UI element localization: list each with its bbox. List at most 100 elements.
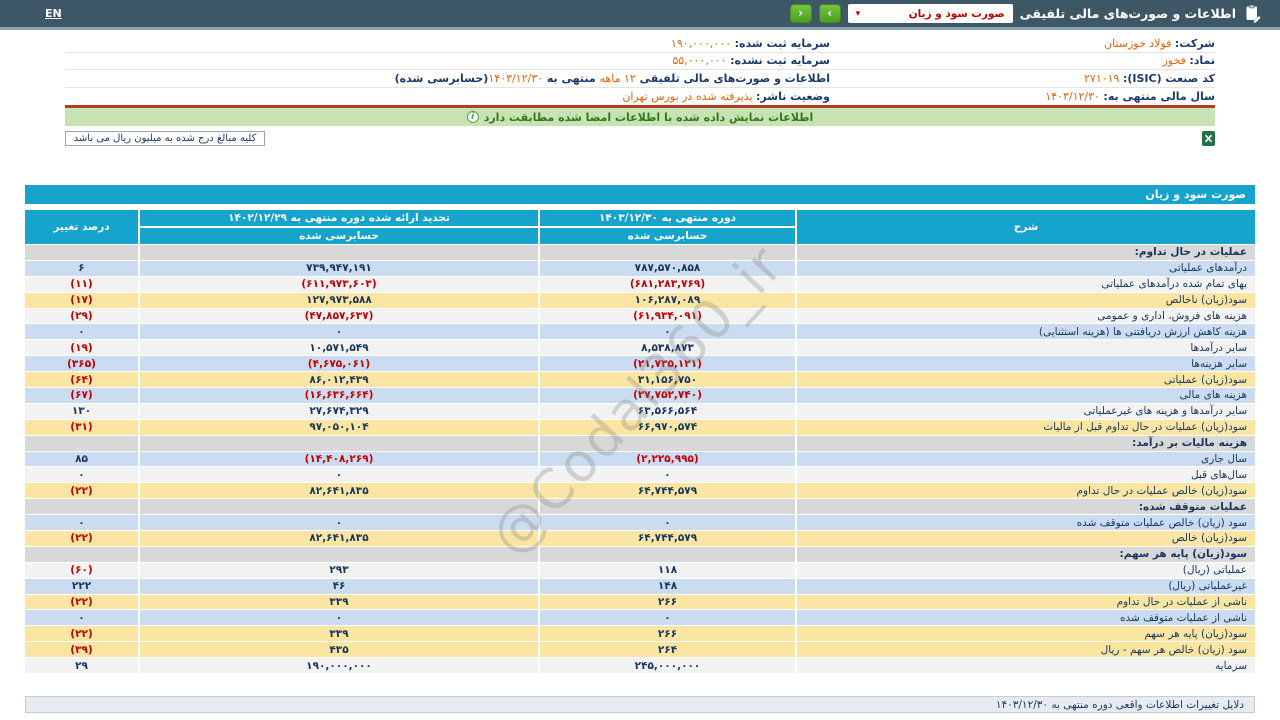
cell-description: سود(زیان) پایه هر سهم:	[797, 546, 1255, 562]
note-row: کلیه مبالغ درج شده به میلیون ریال می باش…	[65, 130, 1215, 146]
column-header-percent-change: درصد تغییر	[25, 210, 138, 244]
statement-type-selected-value: صورت سود و زیان	[908, 7, 1005, 20]
statement-row: سود (زیان) خالص هر سهم - ریال ۲۶۴ ۴۳۵ (۳۹)	[25, 642, 1255, 659]
column-header-current-period: دوره منتهی به ۱۴۰۳/۱۲/۳۰	[540, 210, 795, 226]
cell-percent-change: ۸۵	[25, 451, 138, 467]
column-header-prior-period: تجدید ارائه شده دوره منتهی به ۱۴۰۲/۱۲/۲۹	[140, 210, 538, 226]
issuer-status-label: وضعیت ناشر:	[756, 89, 830, 103]
cell-prior-period: (۴۷,۸۵۷,۶۳۷)	[140, 308, 538, 324]
cell-current-period: ۶۶,۹۷۰,۵۷۴	[540, 419, 795, 435]
statement-rows: عملیات در حال تداوم: درآمدهای عملیاتی ۷۸۷,…	[25, 245, 1255, 675]
cell-percent-change: (۶۴)	[25, 372, 138, 388]
report-period-part: ۱۴۰۳/۱۲/۳۰	[488, 71, 544, 85]
company-label: شرکت:	[1174, 36, 1215, 50]
amounts-unit-note: کلیه مبالغ درج شده به میلیون ریال می باش…	[65, 130, 265, 146]
cell-current-period	[540, 499, 795, 515]
cell-prior-period: (۱۶,۶۳۶,۶۶۴)	[140, 388, 538, 403]
cell-percent-change: (۲۲)	[25, 531, 138, 546]
cell-current-period: ۰	[540, 610, 795, 626]
statement-row: سایر درآمدها ۸,۵۳۸,۸۷۳ ۱۰,۵۷۱,۵۴۹ (۱۹)	[25, 340, 1255, 357]
next-statement-button[interactable]: ›	[818, 4, 841, 23]
cell-prior-period: ۴۶	[140, 578, 538, 594]
statement-section-row: عملیات در حال تداوم:	[25, 245, 1255, 261]
company-info-row: نماد: فخوز سرمایه ثبت نشده: ۵۵,۰۰۰,۰۰۰	[65, 53, 1215, 70]
cell-prior-period: ۰	[140, 610, 538, 626]
cell-prior-period: ۸۲,۶۴۱,۸۳۵	[140, 531, 538, 546]
cell-prior-period: ۱۹۰,۰۰۰,۰۰۰	[140, 658, 538, 674]
cell-description: درآمدهای عملیاتی	[797, 260, 1255, 276]
statement-row: عملیاتی (ریال) ۱۱۸ ۲۹۳ (۶۰)	[25, 562, 1255, 579]
statement-section-row: هزینه مالیات بر درآمد:	[25, 435, 1255, 452]
statement-row: سرمایه ۲۴۵,۰۰۰,۰۰۰ ۱۹۰,۰۰۰,۰۰۰ ۲۹	[25, 658, 1255, 675]
statement-type-select[interactable]: صورت سود و زیان ▾	[847, 4, 1013, 23]
statement-row: بهای تمام شده درآمدهای عملیاتی (۶۸۱,۲۸۳,۷…	[25, 276, 1255, 293]
cell-current-period: ۲۶۶	[540, 626, 795, 642]
excel-export-icon[interactable]	[1202, 130, 1215, 146]
cell-percent-change: ۲۹	[25, 658, 138, 674]
company-info-row: سال مالی منتهی به: ۱۴۰۳/۱۲/۳۰ وضعیت ناشر…	[65, 88, 1215, 106]
cell-prior-period: ۰	[140, 515, 538, 531]
cell-prior-period: ۰	[140, 324, 538, 340]
cell-current-period: ۱۰۶,۲۸۷,۰۸۹	[540, 292, 795, 308]
company-info-panel: شرکت: فولاد خوزستان سرمایه ثبت شده: ۱۹۰,…	[65, 35, 1215, 108]
cell-prior-period: ۲۹۳	[140, 562, 538, 578]
cell-description: سایر هزینه‌ها	[797, 356, 1255, 372]
cell-description: غیرعملیاتی (ریال)	[797, 578, 1255, 594]
statement-header: شرح دوره منتهی به ۱۴۰۳/۱۲/۳۰ حسابرسی شده…	[25, 210, 1255, 244]
prev-statement-button[interactable]: ‹	[789, 4, 812, 23]
cell-prior-period: ۸۶,۰۱۲,۴۳۹	[140, 372, 538, 388]
cell-current-period: ۸,۵۳۸,۸۷۳	[540, 340, 795, 356]
cell-description: هزینه کاهش ارزش دریافتنی ها (هزینه استثن…	[797, 324, 1255, 340]
cell-description: سال جاری	[797, 451, 1255, 467]
report-period-part: منتهی به	[543, 71, 600, 85]
capital-unregistered-label: سرمایه ثبت نشده:	[730, 54, 830, 68]
cell-prior-period: ۴۳۵	[140, 642, 538, 658]
statement-row: هزینه های مالی (۲۷,۷۵۲,۷۴۰) (۱۶,۶۳۶,۶۶۴) (۶…	[25, 388, 1255, 404]
fiscal-year-label: سال مالی منتهی به:	[1103, 89, 1215, 103]
income-statement-table: صورت سود و زیان شرح دوره منتهی به ۱۴۰۳/۱…	[25, 185, 1255, 675]
cell-description: سود(زیان) ناخالص	[797, 292, 1255, 308]
cell-percent-change: ۰	[25, 515, 138, 531]
cell-percent-change: ۰	[25, 324, 138, 340]
cell-percent-change: (۳۱)	[25, 419, 138, 435]
cell-percent-change: ۲۲۲	[25, 578, 138, 594]
chevron-down-icon: ▾	[855, 8, 861, 19]
cell-prior-period: ۰	[140, 467, 538, 483]
cell-current-period: ۲۶۶	[540, 594, 795, 610]
cell-current-period: (۶۸۱,۲۸۳,۷۶۹)	[540, 276, 795, 292]
cell-percent-change: (۶۰)	[25, 562, 138, 578]
cell-description: سایر درآمدها	[797, 340, 1255, 356]
cell-current-period: ۶۳,۵۶۶,۵۶۴	[540, 403, 795, 419]
statement-row: سود(زیان) خالص ۶۴,۷۴۴,۵۷۹ ۸۲,۶۴۱,۸۳۵ (۲۲)	[25, 531, 1255, 547]
capital-registered-value: ۱۹۰,۰۰۰,۰۰۰	[670, 36, 732, 50]
column-subheader-prior-audited: حسابرسی شده	[140, 228, 538, 244]
cell-prior-period: ۲۷,۶۷۴,۳۲۹	[140, 403, 538, 419]
cell-percent-change	[25, 435, 138, 451]
cell-prior-period: ۹۷,۰۵۰,۱۰۴	[140, 419, 538, 435]
cell-current-period: ۱۴۸	[540, 578, 795, 594]
cell-percent-change: (۶۷)	[25, 388, 138, 403]
cell-current-period: ۱۱۸	[540, 562, 795, 578]
company-value: فولاد خوزستان	[1104, 36, 1172, 50]
footer-reasons-bar[interactable]: دلایل تغییرات اطلاعات واقعی دوره منتهی ب…	[25, 696, 1255, 714]
info-icon	[466, 111, 479, 123]
column-header-description: شرح	[797, 210, 1255, 244]
cell-percent-change: (۲۲)	[25, 483, 138, 499]
language-toggle[interactable]: EN	[45, 7, 62, 20]
cell-current-period: (۲,۲۲۵,۹۹۵)	[540, 451, 795, 467]
cell-current-period: ۶۴,۷۴۴,۵۷۹	[540, 531, 795, 546]
cell-percent-change: (۳۶۵)	[25, 356, 138, 372]
top-navbar: اطلاعات و صورت‌های مالی تلفیقی صورت سود …	[0, 0, 1280, 30]
cell-description: سود(زیان) عملیات در حال تداوم قبل از مال…	[797, 419, 1255, 435]
symbol-label: نماد:	[1189, 54, 1215, 68]
statement-row: سود(زیان) ناخالص ۱۰۶,۲۸۷,۰۸۹ ۱۲۷,۹۷۳,۵۸۸ (۱…	[25, 292, 1255, 309]
cell-current-period	[540, 546, 795, 562]
signature-match-banner: اطلاعات نمایش داده شده با اطلاعات امضا ش…	[65, 108, 1215, 126]
cell-percent-change: (۱۱)	[25, 276, 138, 292]
cell-current-period	[540, 245, 795, 260]
cell-percent-change: (۲۲)	[25, 626, 138, 642]
cell-description: هزینه های مالی	[797, 388, 1255, 403]
statement-row: هزینه کاهش ارزش دریافتنی ها (هزینه استثن…	[25, 324, 1255, 341]
company-info-row: شرکت: فولاد خوزستان سرمایه ثبت شده: ۱۹۰,…	[65, 35, 1215, 53]
capital-unregistered-value: ۵۵,۰۰۰,۰۰۰	[672, 54, 727, 68]
